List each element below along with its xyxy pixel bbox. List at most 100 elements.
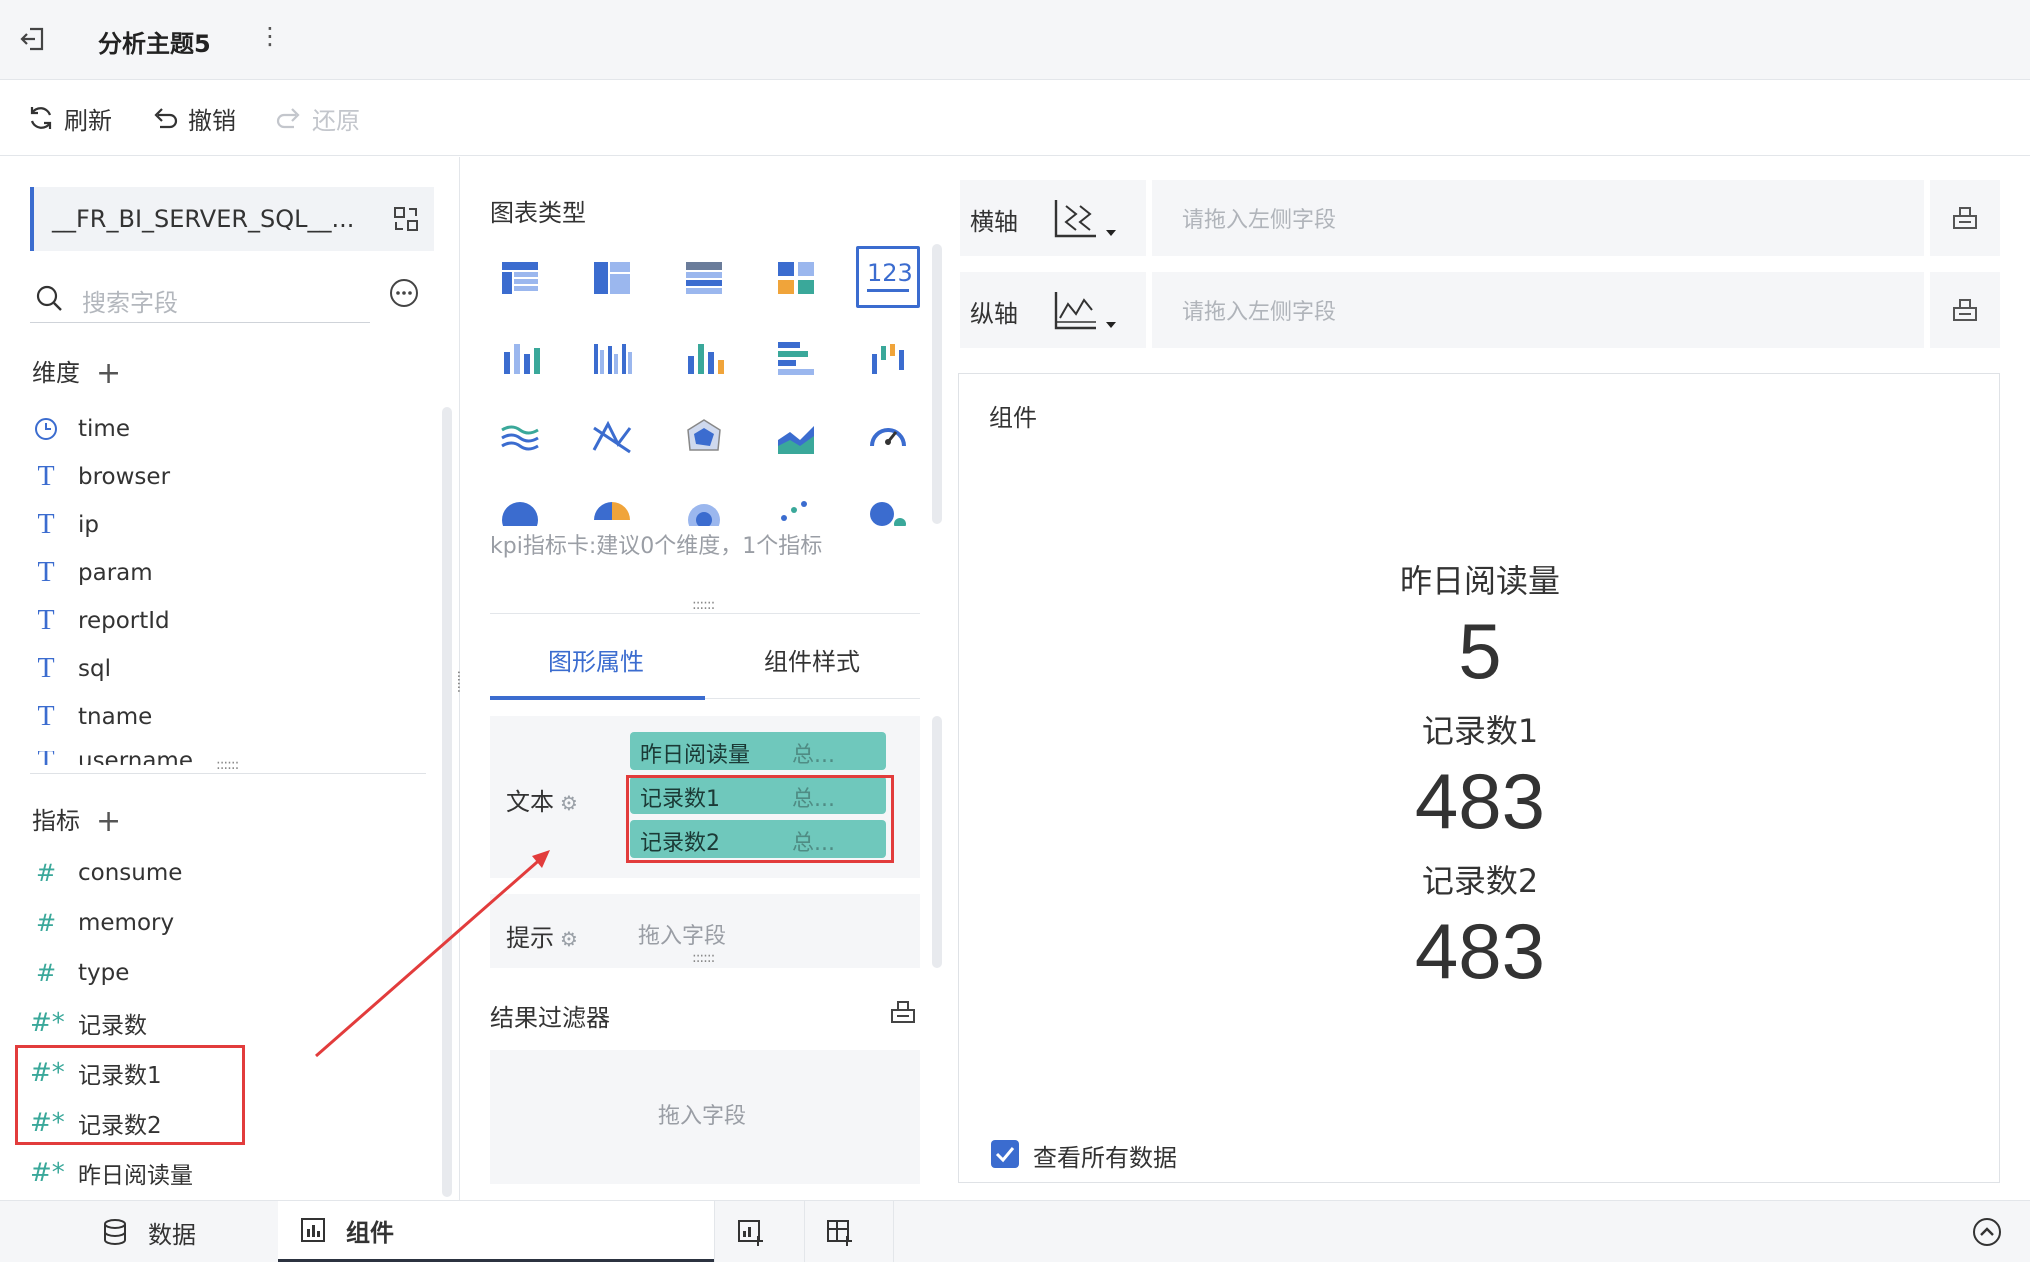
measures-title: 指标 [32,807,80,835]
dataset-selector[interactable]: __FR_BI_SERVER_SQL__... [30,187,434,251]
resize-handle[interactable]: :::::: [692,597,715,613]
line-chart-icon[interactable] [588,414,636,462]
bubble-chart-icon[interactable] [864,494,912,526]
more-options-icon[interactable] [388,277,420,309]
collapse-up-icon[interactable] [1972,1217,2002,1247]
measure-field[interactable]: # type [30,953,129,993]
x-axis-placeholder: 请拖入左侧字段 [1182,208,1337,233]
highlight-box [15,1045,245,1145]
chart-type-scrollbar[interactable] [932,244,942,524]
dimension-field[interactable]: Ttname [30,697,152,737]
tab-component-style[interactable]: 组件样式 [764,642,860,677]
add-component-button[interactable] [714,1201,804,1262]
y-axis-drop-zone[interactable]: 请拖入左侧字段 [1152,272,1924,348]
component-title: 组件 [989,404,1037,432]
y-axis-filter-button[interactable] [1930,272,2000,348]
calculated-measure-icon: #* [30,1008,65,1038]
stacked-bar-icon[interactable] [496,334,544,382]
exit-icon[interactable] [18,24,48,54]
rose-chart-icon[interactable] [588,494,636,526]
text-property-name: 文本 [506,788,554,816]
table-chart-icon[interactable] [496,254,544,302]
refresh-button[interactable]: 刷新 [26,102,112,135]
redo-button[interactable]: 还原 [274,102,360,135]
toolbar: 刷新 撤销 还原 [0,80,2030,156]
kpi-value: 5 [1458,607,1502,695]
dimension-label: reportId [78,608,170,634]
text-field-chip[interactable]: 昨日阅读量 总... [630,732,886,770]
property-scrollbar[interactable] [932,716,942,968]
radar-chart-icon[interactable] [680,414,728,462]
bar-chart-icon[interactable] [680,334,728,382]
grouped-bar-icon[interactable] [588,334,636,382]
switch-dataset-icon[interactable] [392,205,420,233]
measure-field[interactable]: #* 昨日阅读量 [30,1153,193,1193]
tab-data[interactable]: 数据 [92,1201,204,1262]
measure-label: 昨日阅读量 [78,1163,193,1189]
tab-component-label: 组件 [346,1218,394,1247]
settings-icon[interactable]: ⚙ [560,791,578,815]
filter-icon [1953,207,1977,229]
dimension-field[interactable]: TreportId [30,601,170,641]
pie-chart-icon[interactable] [496,494,544,526]
text-type-icon: T [37,557,55,588]
dashboard-icon[interactable] [772,254,820,302]
axis-type-icon[interactable] [1052,288,1118,334]
measure-label: consume [78,860,183,886]
x-axis-label-box: 横轴 [960,180,1146,256]
divider [30,773,426,774]
resize-handle[interactable]: :::::: [692,950,715,966]
measure-field[interactable]: # consume [30,853,182,893]
scatter-chart-icon[interactable] [772,494,820,526]
settings-icon[interactable]: ⚙ [560,927,578,951]
axis-type-icon[interactable] [1052,196,1118,242]
more-menu-icon[interactable]: ⋮ [258,22,282,50]
kpi-card-chart-option[interactable]: 123 [856,246,920,308]
resize-handle[interactable]: :::::: [216,757,239,773]
tab-graphic-attributes[interactable]: 图形属性 [548,642,644,677]
undo-label: 撤销 [188,106,236,135]
filter-icon[interactable] [888,996,918,1026]
text-type-icon: T [37,605,55,636]
field-search-input[interactable]: 搜索字段 [30,275,370,323]
gauge-chart-icon[interactable] [864,414,912,462]
measure-field[interactable]: # memory [30,903,174,943]
area-chart-icon[interactable] [772,414,820,462]
add-dashboard-button[interactable] [804,1201,894,1262]
dimension-label: sql [78,656,111,682]
area-stream-icon[interactable] [496,414,544,462]
detail-table-icon[interactable] [680,254,728,302]
add-dimension-icon[interactable]: + [96,356,121,391]
top-bar: 分析主题5 ⋮ [0,0,2030,80]
waterfall-chart-icon[interactable] [864,334,912,382]
text-type-icon: T [30,751,62,765]
clock-icon [35,418,57,440]
add-measure-icon[interactable]: + [96,804,121,839]
bottom-bar: 数据 组件 [0,1200,2030,1262]
grouped-table-icon[interactable] [588,254,636,302]
y-axis-label: 纵轴 [970,300,1018,328]
undo-button[interactable]: 撤销 [150,102,236,135]
horizontal-bar-icon[interactable] [772,334,820,382]
dimension-field[interactable]: Tip [30,505,99,545]
dimension-field[interactable]: Tusername [30,751,193,765]
view-all-checkbox[interactable] [991,1140,1019,1168]
add-chart-icon [737,1220,763,1246]
multi-pie-icon[interactable] [680,494,728,526]
dimension-label: browser [78,464,171,490]
calculated-measure-icon: #* [30,1158,65,1188]
x-axis-filter-button[interactable] [1930,180,2000,256]
text-type-icon: T [37,509,55,540]
tip-placeholder: 拖入字段 [638,924,727,949]
dimension-field[interactable]: Tsql [30,649,111,689]
dimension-field[interactable]: Tbrowser [30,457,170,497]
tab-component[interactable]: 组件 [278,1201,714,1262]
dimension-field[interactable]: Tparam [30,553,152,593]
undo-icon [154,108,178,129]
filter-drop-zone[interactable]: 拖入字段 [490,1050,920,1184]
measure-field[interactable]: #* 记录数 [30,1003,147,1043]
dimensions-header: 维度 + [32,353,121,391]
dimension-field[interactable]: time [30,409,130,449]
checkmark-icon [995,1147,1015,1163]
x-axis-drop-zone[interactable]: 请拖入左侧字段 [1152,180,1924,256]
